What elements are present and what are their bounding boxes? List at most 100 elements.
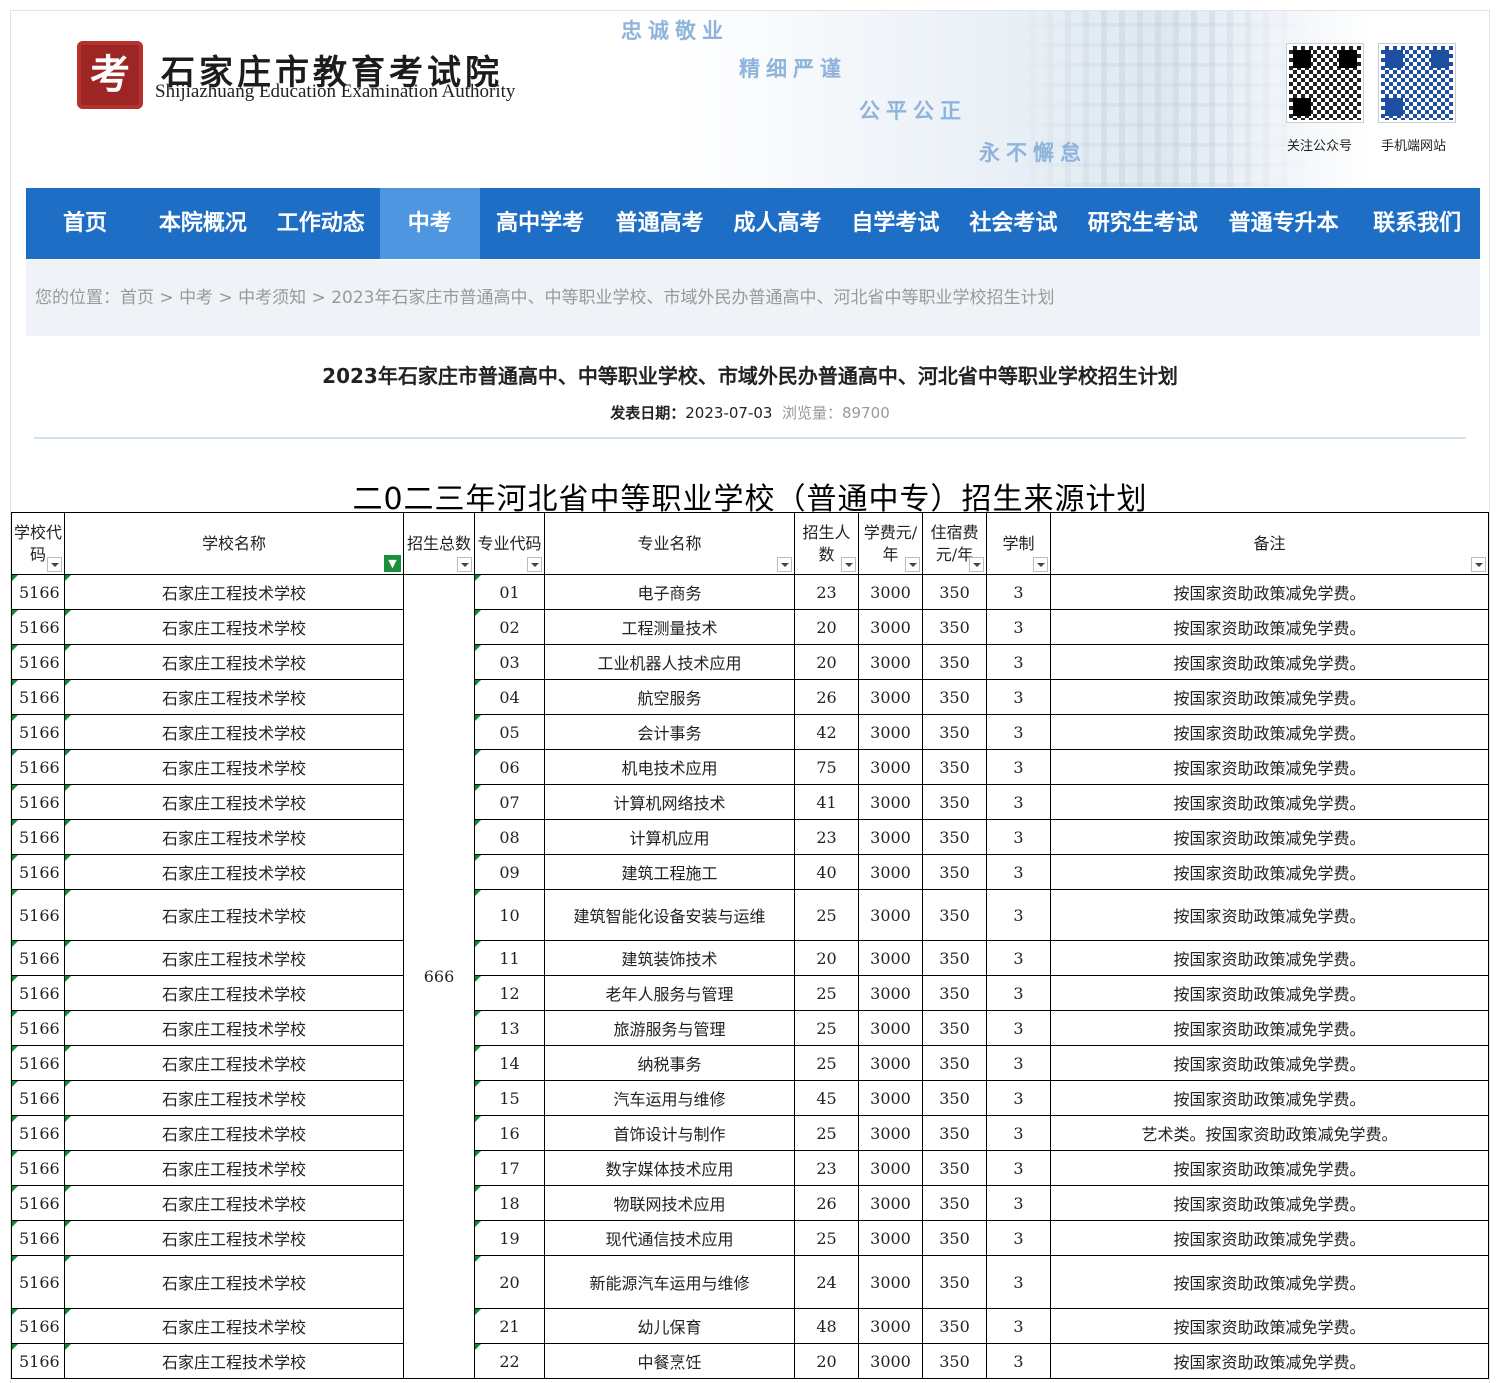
duration-cell[interactable]: 3 [986,1185,1051,1221]
remarks-cell[interactable]: 按国家资助政策减免学费。 [1050,1045,1489,1081]
school-code-cell[interactable]: 5166 [11,749,65,785]
enroll-count-cell[interactable]: 23 [794,574,859,610]
nav-item-home[interactable]: 首页 [26,188,144,259]
enroll-count-cell[interactable]: 42 [794,714,859,750]
major-code-cell[interactable]: 14 [474,1045,545,1081]
dorm-fee-cell[interactable]: 350 [922,609,987,645]
major-name-cell[interactable]: 建筑工程施工 [544,854,795,890]
major-name-cell[interactable]: 现代通信技术应用 [544,1220,795,1256]
filter-dropdown-icon[interactable] [969,557,984,572]
school-name-cell[interactable]: 石家庄工程技术学校 [64,749,404,785]
tuition-cell[interactable]: 3000 [858,644,923,680]
nav-item-about[interactable]: 本院概况 [144,188,262,259]
dorm-fee-cell[interactable]: 350 [922,749,987,785]
duration-cell[interactable]: 3 [986,1150,1051,1186]
site-logo-seal[interactable]: 考 [77,41,143,109]
enroll-count-cell[interactable]: 23 [794,1150,859,1186]
major-code-cell[interactable]: 03 [474,644,545,680]
major-code-cell[interactable]: 18 [474,1185,545,1221]
enroll-count-cell[interactable]: 48 [794,1308,859,1344]
dorm-fee-cell[interactable]: 350 [922,940,987,976]
tuition-cell[interactable]: 3000 [858,679,923,715]
duration-cell[interactable]: 3 [986,1220,1051,1256]
duration-cell[interactable]: 3 [986,1010,1051,1046]
filter-dropdown-icon[interactable] [841,557,856,572]
major-name-cell[interactable]: 工程测量技术 [544,609,795,645]
remarks-cell[interactable]: 按国家资助政策减免学费。 [1050,819,1489,855]
tuition-cell[interactable]: 3000 [858,940,923,976]
school-name-cell[interactable]: 石家庄工程技术学校 [64,1220,404,1256]
breadcrumb-current[interactable]: 2023年石家庄市普通高中、中等职业学校、市域外民办普通高中、河北省中等职业学校… [331,288,1054,308]
enroll-count-cell[interactable]: 25 [794,1220,859,1256]
dorm-fee-cell[interactable]: 350 [922,679,987,715]
nav-item-contact[interactable]: 联系我们 [1354,188,1480,259]
tuition-cell[interactable]: 3000 [858,1255,923,1309]
school-code-cell[interactable]: 5166 [11,644,65,680]
dorm-fee-cell[interactable]: 350 [922,889,987,941]
major-name-cell[interactable]: 老年人服务与管理 [544,975,795,1011]
major-code-cell[interactable]: 15 [474,1080,545,1116]
school-code-cell[interactable]: 5166 [11,1010,65,1046]
remarks-cell[interactable]: 按国家资助政策减免学费。 [1050,679,1489,715]
school-name-cell[interactable]: 石家庄工程技术学校 [64,1080,404,1116]
enroll-count-cell[interactable]: 20 [794,609,859,645]
tuition-cell[interactable]: 3000 [858,819,923,855]
duration-cell[interactable]: 3 [986,819,1051,855]
school-name-cell[interactable]: 石家庄工程技术学校 [64,854,404,890]
school-code-cell[interactable]: 5166 [11,1255,65,1309]
dorm-fee-cell[interactable]: 350 [922,1220,987,1256]
major-name-cell[interactable]: 新能源汽车运用与维修 [544,1255,795,1309]
school-code-cell[interactable]: 5166 [11,889,65,941]
duration-cell[interactable]: 3 [986,1080,1051,1116]
dorm-fee-cell[interactable]: 350 [922,1308,987,1344]
filter-dropdown-icon[interactable] [527,557,542,572]
remarks-cell[interactable]: 按国家资助政策减免学费。 [1050,714,1489,750]
school-name-cell[interactable]: 石家庄工程技术学校 [64,644,404,680]
enroll-count-cell[interactable]: 24 [794,1255,859,1309]
enroll-count-cell[interactable]: 45 [794,1080,859,1116]
major-name-cell[interactable]: 建筑智能化设备安装与运维 [544,889,795,941]
major-name-cell[interactable]: 电子商务 [544,574,795,610]
remarks-cell[interactable]: 按国家资助政策减免学费。 [1050,749,1489,785]
dorm-fee-cell[interactable]: 350 [922,1045,987,1081]
nav-item-gaokao[interactable]: 普通高考 [601,188,719,259]
school-code-cell[interactable]: 5166 [11,784,65,820]
major-code-cell[interactable]: 08 [474,819,545,855]
remarks-cell[interactable]: 按国家资助政策减免学费。 [1050,889,1489,941]
nav-item-social-exam[interactable]: 社会考试 [954,188,1072,259]
major-code-cell[interactable]: 20 [474,1255,545,1309]
enroll-count-cell[interactable]: 20 [794,940,859,976]
duration-cell[interactable]: 3 [986,1045,1051,1081]
enroll-count-cell[interactable]: 20 [794,1343,859,1379]
enroll-count-cell[interactable]: 25 [794,1045,859,1081]
remarks-cell[interactable]: 按国家资助政策减免学费。 [1050,1010,1489,1046]
school-name-cell[interactable]: 石家庄工程技术学校 [64,819,404,855]
school-code-cell[interactable]: 5166 [11,1115,65,1151]
duration-cell[interactable]: 3 [986,889,1051,941]
major-name-cell[interactable]: 机电技术应用 [544,749,795,785]
major-name-cell[interactable]: 纳税事务 [544,1045,795,1081]
duration-cell[interactable]: 3 [986,854,1051,890]
dorm-fee-cell[interactable]: 350 [922,854,987,890]
school-code-cell[interactable]: 5166 [11,574,65,610]
school-name-cell[interactable]: 石家庄工程技术学校 [64,784,404,820]
breadcrumb-link-zhongkao[interactable]: 中考 [179,288,213,308]
tuition-cell[interactable]: 3000 [858,1045,923,1081]
remarks-cell[interactable]: 艺术类。按国家资助政策减免学费。 [1050,1115,1489,1151]
tuition-cell[interactable]: 3000 [858,1220,923,1256]
dorm-fee-cell[interactable]: 350 [922,784,987,820]
school-name-cell[interactable]: 石家庄工程技术学校 [64,1150,404,1186]
major-name-cell[interactable]: 幼儿保育 [544,1308,795,1344]
remarks-cell[interactable]: 按国家资助政策减免学费。 [1050,1343,1489,1379]
remarks-cell[interactable]: 按国家资助政策减免学费。 [1050,1080,1489,1116]
dorm-fee-cell[interactable]: 350 [922,574,987,610]
major-code-cell[interactable]: 22 [474,1343,545,1379]
tuition-cell[interactable]: 3000 [858,609,923,645]
major-name-cell[interactable]: 航空服务 [544,679,795,715]
total-enrollment-cell[interactable]: 666 [403,574,475,1379]
dorm-fee-cell[interactable]: 350 [922,1185,987,1221]
school-name-cell[interactable]: 石家庄工程技术学校 [64,1308,404,1344]
school-name-cell[interactable]: 石家庄工程技术学校 [64,1255,404,1309]
enroll-count-cell[interactable]: 20 [794,644,859,680]
school-code-cell[interactable]: 5166 [11,679,65,715]
